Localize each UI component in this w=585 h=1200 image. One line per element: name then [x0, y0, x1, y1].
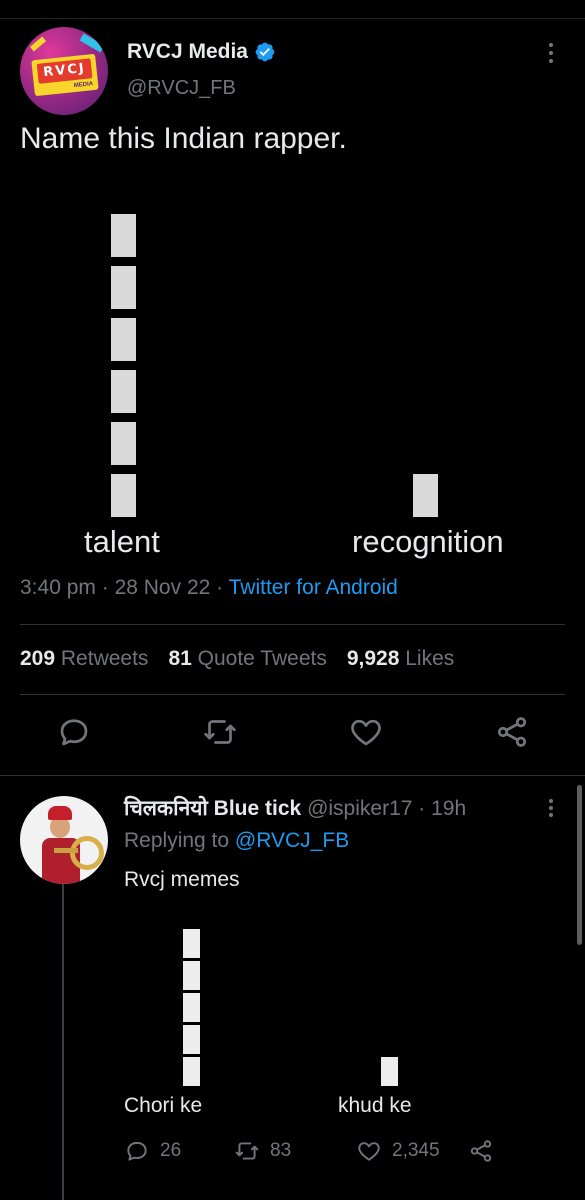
- chart-label-talent: talent: [84, 524, 160, 559]
- reply-author-row[interactable]: चिलकनियो Blue tick @ispiker17 · 19h: [124, 794, 466, 822]
- divider: [20, 694, 565, 695]
- avatar-trombone: [70, 836, 104, 870]
- divider: [20, 624, 565, 625]
- reply-age: 19h: [431, 797, 467, 820]
- retweets-stat[interactable]: 209 Retweets: [20, 647, 148, 671]
- handle[interactable]: @RVCJ_FB: [127, 77, 236, 100]
- retweet-icon: [235, 1142, 259, 1160]
- quote-tweets-count: 81: [168, 647, 192, 670]
- avatar-logo-sub: MEDIA: [73, 81, 94, 90]
- retweet-count: 83: [270, 1140, 292, 1161]
- bar-talent-block: [111, 214, 136, 257]
- bar-talent-block: [111, 422, 136, 465]
- reply-retweet-action[interactable]: 83: [234, 1138, 291, 1164]
- tweet-image-chart[interactable]: talent recognition: [0, 195, 585, 575]
- reply-icon[interactable]: [56, 714, 92, 750]
- bar-chori-ke-block: [183, 993, 200, 1022]
- reply-count: 26: [160, 1140, 182, 1161]
- bar-chori-ke-block: [183, 1025, 200, 1054]
- share-icon[interactable]: [494, 714, 530, 750]
- tweet-stats: 209 Retweets 81 Quote Tweets 9,928 Likes: [20, 647, 454, 671]
- display-name[interactable]: RVCJ Media: [127, 40, 248, 64]
- tweet-date: 28 Nov 22: [114, 576, 211, 599]
- bar-khud-ke-block: [381, 1057, 398, 1086]
- replying-to-link[interactable]: @RVCJ_FB: [235, 829, 349, 852]
- reply-icon: [127, 1141, 147, 1161]
- reply-share-action[interactable]: [468, 1138, 494, 1164]
- meta-separator: ·: [216, 576, 224, 599]
- avatar-logo: RVCJ MEDIA: [31, 53, 99, 97]
- author-name-row[interactable]: RVCJ Media: [127, 40, 276, 64]
- reply-reply-action[interactable]: 26: [124, 1138, 181, 1164]
- reply-tweet: चिलकनियो Blue tick @ispiker17 · 19h Repl…: [0, 776, 585, 1200]
- retweets-count: 209: [20, 647, 56, 670]
- bar-talent-block: [111, 266, 136, 309]
- retweets-label: Retweets: [60, 647, 149, 670]
- avatar-decoration: [79, 33, 105, 53]
- likes-stat[interactable]: 9,928 Likes: [347, 647, 454, 671]
- bar-chori-ke-block: [183, 961, 200, 990]
- bar-recognition-block: [413, 474, 438, 517]
- like-icon[interactable]: [348, 714, 384, 750]
- like-icon: [358, 1142, 380, 1161]
- avatar[interactable]: RVCJ MEDIA: [20, 27, 108, 115]
- chart-label-khud-ke: khud ke: [338, 1094, 412, 1117]
- reply-avatar[interactable]: [20, 796, 108, 884]
- retweet-icon[interactable]: [202, 714, 238, 750]
- reply-handle[interactable]: @ispiker17: [307, 797, 412, 820]
- chart-label-chori-ke: Chori ke: [124, 1094, 203, 1117]
- bar-chori-ke-block: [183, 1057, 200, 1086]
- main-tweet: RVCJ MEDIA RVCJ Media @RVCJ_FB Name this…: [0, 0, 585, 775]
- more-options-icon[interactable]: [541, 796, 561, 822]
- reply-display-name[interactable]: चिलकनियो Blue tick: [124, 797, 301, 820]
- tweet-actions: [0, 712, 585, 760]
- more-options-icon[interactable]: [541, 40, 561, 68]
- likes-label: Likes: [405, 647, 455, 670]
- tweet-text: Name this Indian rapper.: [20, 122, 347, 155]
- bar-talent-block: [111, 474, 136, 517]
- bar-talent-block: [111, 370, 136, 413]
- share-icon: [470, 1140, 492, 1162]
- tweet-source-link[interactable]: Twitter for Android: [229, 576, 398, 599]
- reply-actions: 26 83 2,345: [124, 1138, 524, 1168]
- bar-talent-block: [111, 318, 136, 361]
- reply-text: Rvcj memes: [124, 868, 240, 891]
- avatar-logo-text: RVCJ: [36, 58, 93, 84]
- tweet-time: 3:40 pm: [20, 576, 96, 599]
- quote-tweets-stat[interactable]: 81 Quote Tweets: [168, 647, 326, 671]
- reply-like-action[interactable]: 2,345: [356, 1138, 440, 1164]
- likes-count: 9,928: [346, 647, 400, 670]
- reply-image-chart[interactable]: Chori ke khud ke: [0, 926, 585, 1126]
- bar-chori-ke-block: [183, 929, 200, 958]
- avatar-decoration: [29, 36, 47, 52]
- like-count: 2,345: [392, 1140, 440, 1161]
- replying-prefix: Replying to: [124, 829, 230, 852]
- scrollbar[interactable]: [577, 785, 582, 945]
- replying-to: Replying to @RVCJ_FB: [124, 829, 349, 853]
- tweet-meta: 3:40 pm · 28 Nov 22 · Twitter for Androi…: [20, 576, 398, 600]
- verified-badge-icon: [254, 41, 276, 63]
- meta-separator: ·: [418, 797, 426, 820]
- chart-label-recognition: recognition: [352, 524, 504, 559]
- meta-separator: ·: [101, 576, 109, 599]
- quote-tweets-label: Quote Tweets: [197, 647, 327, 670]
